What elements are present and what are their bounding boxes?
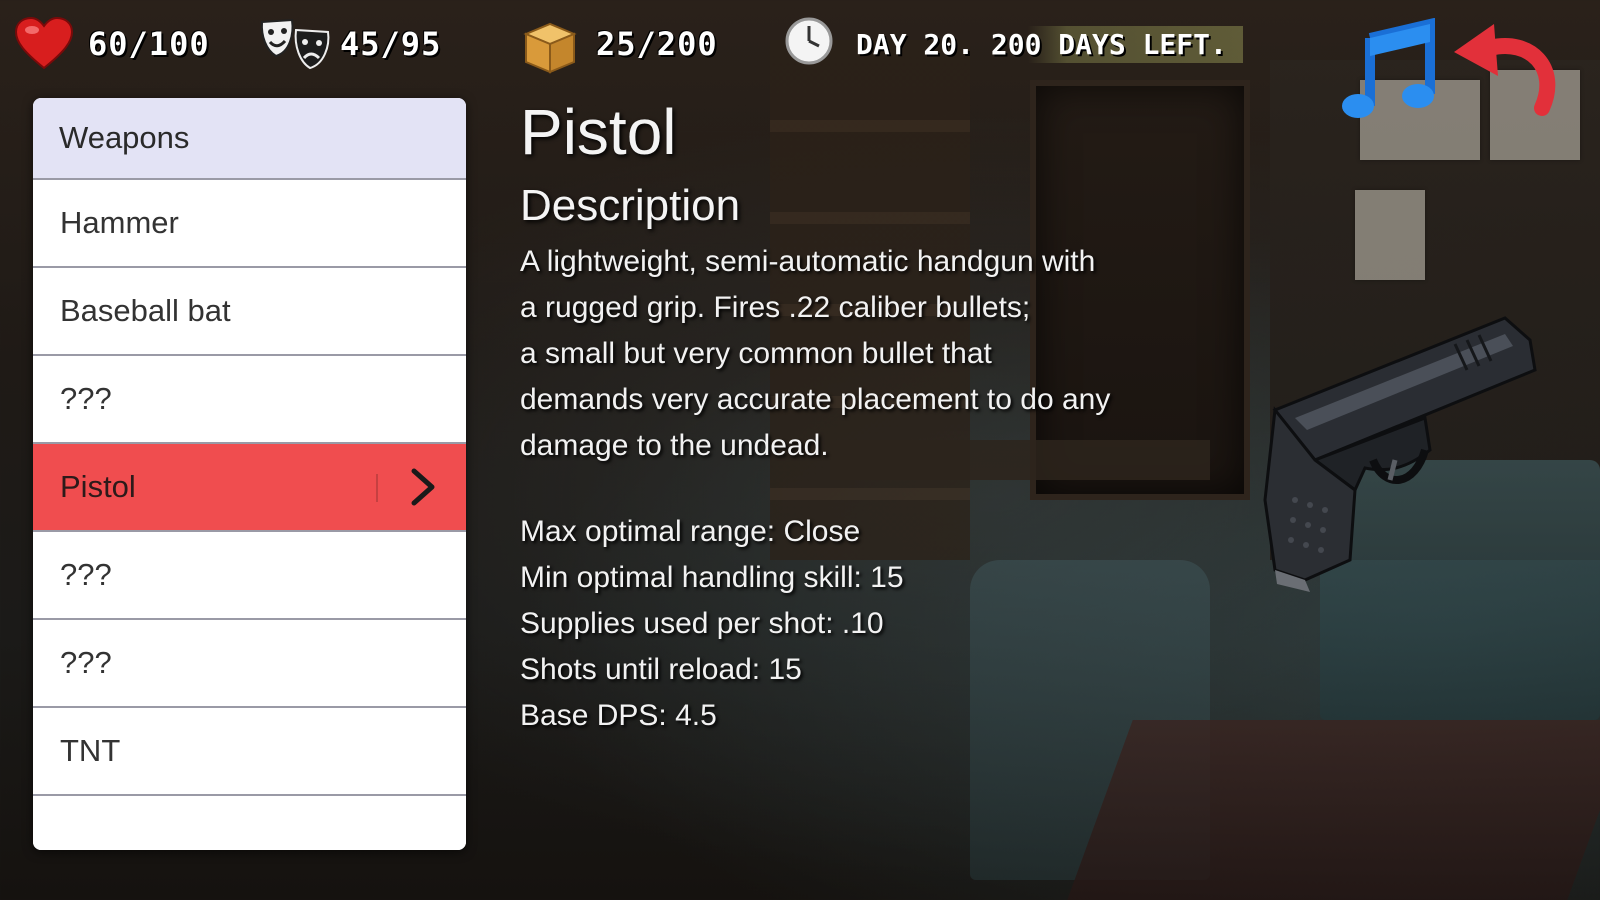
- supplies-stat: 25/200: [520, 16, 718, 74]
- stat-supplies-per-shot: Supplies used per shot: .10: [520, 607, 884, 640]
- list-item[interactable]: Hammer: [33, 180, 466, 268]
- chevron-right-icon: [408, 467, 438, 507]
- list-item-label: ???: [60, 645, 112, 680]
- list-item-label: TNT: [60, 733, 121, 768]
- rug: [1067, 720, 1600, 900]
- morale-stat: 45/95: [258, 16, 441, 72]
- heart-icon: [14, 16, 74, 72]
- music-toggle-button[interactable]: [1340, 17, 1440, 123]
- description-line: demands very accurate placement to do an…: [520, 383, 1111, 416]
- list-item[interactable]: ???: [33, 620, 466, 708]
- stat-shots-until-reload: Shots until reload: 15: [520, 653, 802, 686]
- health-value: 60/100: [88, 25, 210, 63]
- list-header: Weapons: [33, 98, 466, 180]
- wall-poster: [1355, 190, 1425, 280]
- health-stat: 60/100: [14, 16, 210, 72]
- undo-arrow-icon: [1450, 24, 1560, 127]
- list-item[interactable]: TNT: [33, 708, 466, 796]
- music-note-icon: [1340, 17, 1440, 127]
- list-item-selected[interactable]: Pistol: [33, 444, 466, 532]
- list-item-label: ???: [60, 557, 112, 592]
- list-item-label: Pistol: [60, 469, 136, 504]
- stat-base-dps: Base DPS: 4.5: [520, 699, 717, 732]
- description-heading: Description: [520, 181, 741, 230]
- description-text: A lightweight, semi-automatic handgun wi…: [520, 239, 1240, 469]
- weapons-list-panel: Weapons Hammer Baseball bat ??? Pistol ?…: [33, 98, 466, 850]
- pistol-icon: [1255, 300, 1545, 600]
- crate-icon: [520, 16, 580, 74]
- morale-value: 45/95: [340, 25, 442, 63]
- description-line: a rugged grip. Fires .22 caliber bullets…: [520, 291, 1031, 324]
- item-detail: Pistol Description A lightweight, semi-a…: [520, 95, 1240, 739]
- weapon-stats: Max optimal range: Close Min optimal han…: [520, 509, 1240, 739]
- hud-bar: 60/100 45/95 25/200 DAY 20. 200 DAYS LEF…: [0, 10, 1600, 118]
- item-title: Pistol: [520, 96, 677, 168]
- stat-handling-skill: Min optimal handling skill: 15: [520, 561, 904, 594]
- description-line: A lightweight, semi-automatic handgun wi…: [520, 245, 1096, 278]
- list-item-label: ???: [60, 381, 112, 416]
- divider: [376, 474, 378, 502]
- stat-range: Max optimal range: Close: [520, 515, 861, 548]
- list-item[interactable]: C4: [33, 796, 466, 850]
- list-item[interactable]: ???: [33, 532, 466, 620]
- list-item-label: Hammer: [60, 205, 179, 240]
- day-counter: DAY 20. 200 DAYS LEFT.: [852, 25, 1243, 63]
- description-line: a small but very common bullet that: [520, 337, 992, 370]
- theater-masks-icon: [258, 16, 336, 72]
- supplies-value: 25/200: [596, 25, 718, 63]
- clock-icon: [784, 16, 834, 72]
- time-stat: DAY 20. 200 DAYS LEFT.: [784, 16, 1243, 72]
- list-item-label: Baseball bat: [60, 293, 231, 328]
- list-item[interactable]: ???: [33, 356, 466, 444]
- description-line: damage to the undead.: [520, 429, 829, 462]
- back-button[interactable]: [1450, 18, 1556, 123]
- list-item[interactable]: Baseball bat: [33, 268, 466, 356]
